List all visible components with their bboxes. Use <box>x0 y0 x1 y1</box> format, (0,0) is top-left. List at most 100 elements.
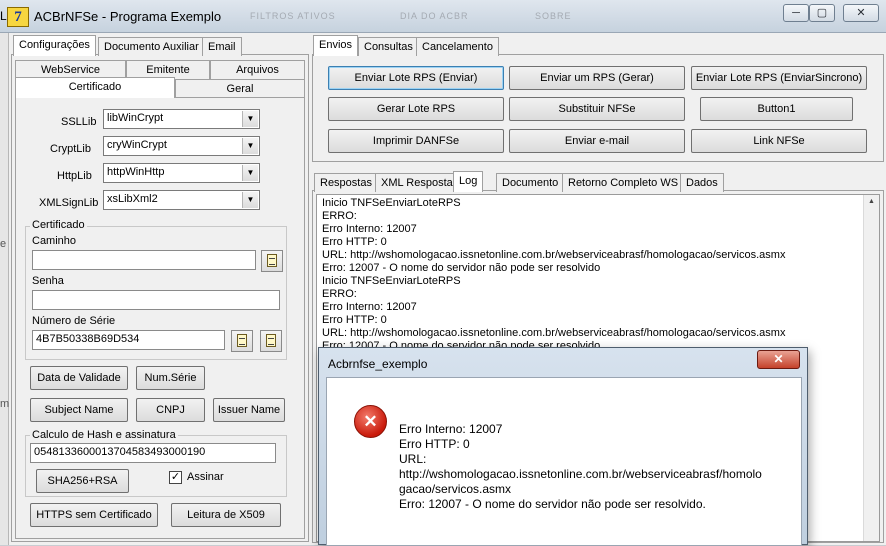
tab-envios[interactable]: Envios <box>313 35 359 56</box>
substituir-nfse-button[interactable]: Substituir NFSe <box>509 97 685 121</box>
subject-name-button[interactable]: Subject Name <box>30 398 128 422</box>
data-validade-button[interactable]: Data de Validade <box>30 366 128 390</box>
senha-label: Senha <box>32 275 64 287</box>
certificado-group-title: Certificado <box>30 219 87 231</box>
maximize-button[interactable]: ▢ <box>809 4 835 22</box>
open-file-icon <box>267 254 277 267</box>
select-serie-button[interactable] <box>231 330 253 352</box>
log-line: ERRO: <box>322 210 357 222</box>
edge-char: e <box>0 238 7 250</box>
log-line: ERRO: <box>322 288 357 300</box>
log-line: URL: http://wshomologacao.issnetonline.c… <box>322 249 786 261</box>
ssllib-select[interactable]: libWinCrypt ▼ <box>103 109 260 129</box>
assinar-label: Assinar <box>187 471 224 483</box>
error-dialog: Acbrnfse_exemplo ✕ ✕ Erro Interno: 12007… <box>318 347 808 546</box>
tab-cancelamento[interactable]: Cancelamento <box>416 37 499 56</box>
window-title: ACBrNFSe - Programa Exemplo <box>34 9 222 24</box>
subtab-geral[interactable]: Geral <box>175 79 305 98</box>
log-scrollbar[interactable]: ▲ <box>863 195 879 541</box>
log-line: Erro Interno: 12007 <box>322 223 417 235</box>
chevron-down-icon[interactable]: ▼ <box>242 111 258 127</box>
ghost-tab-dia: DIA DO ACBR <box>400 11 469 21</box>
tab-documento-auxiliar[interactable]: Documento Auxiliar <box>98 37 205 56</box>
dialog-close-button[interactable]: ✕ <box>757 350 800 369</box>
log-line: Inicio TNFSeEnviarLoteRPS <box>322 197 461 209</box>
cnpj-button[interactable]: CNPJ <box>136 398 205 422</box>
document-icon <box>266 334 276 347</box>
log-line: Erro Interno: 12007 <box>322 301 417 313</box>
httplib-value: httpWinHttp <box>107 166 165 178</box>
tab-log[interactable]: Log <box>453 171 484 192</box>
tab-configuracoes[interactable]: Configurações <box>13 35 96 56</box>
dialog-message-line: gacao/servicos.asmx <box>399 482 512 496</box>
log-line: Erro HTTP: 0 <box>322 314 387 326</box>
tab-dados[interactable]: Dados <box>680 173 724 192</box>
dialog-message-line: http://wshomologacao.issnetonline.com.br… <box>399 467 762 481</box>
app-logo-icon: 7 <box>7 7 29 27</box>
enviar-lote-sincrono-button[interactable]: Enviar Lote RPS (EnviarSincrono) <box>691 66 867 90</box>
scroll-up-icon[interactable]: ▲ <box>868 198 875 205</box>
tab-documento[interactable]: Documento <box>496 173 565 192</box>
button1[interactable]: Button1 <box>700 97 853 121</box>
tab-consultas[interactable]: Consultas <box>358 37 419 56</box>
enviar-um-rps-button[interactable]: Enviar um RPS (Gerar) <box>509 66 685 90</box>
gerar-lote-rps-button[interactable]: Gerar Lote RPS <box>328 97 504 121</box>
log-line: URL: http://wshomologacao.issnetonline.c… <box>322 327 786 339</box>
httplib-label: HttpLib <box>57 170 92 182</box>
ssllib-label: SSLLib <box>61 116 97 128</box>
leitura-x509-button[interactable]: Leitura de X509 <box>171 503 281 527</box>
ssllib-value: libWinCrypt <box>107 112 164 124</box>
error-icon: ✕ <box>354 405 387 438</box>
log-line: Erro HTTP: 0 <box>322 236 387 248</box>
xmlsignlib-label: XMLSignLib <box>39 197 99 209</box>
sha256-rsa-button[interactable]: SHA256+RSA <box>36 469 129 493</box>
chevron-down-icon[interactable]: ▼ <box>242 165 258 181</box>
tab-xml-resposta[interactable]: XML Resposta <box>375 173 459 192</box>
senha-input[interactable] <box>32 290 280 310</box>
num-serie-button[interactable]: Num.Série <box>136 366 205 390</box>
tab-retorno-completo-ws[interactable]: Retorno Completo WS <box>562 173 685 192</box>
dialog-message-line: URL: <box>399 452 427 466</box>
assinar-checkbox[interactable]: ✓ <box>169 471 182 484</box>
ghost-tab-sobre: SOBRE <box>535 11 572 21</box>
subtab-certificado[interactable]: Certificado <box>15 77 175 98</box>
chevron-down-icon[interactable]: ▼ <box>242 138 258 154</box>
https-sem-certificado-button[interactable]: HTTPS sem Certificado <box>30 503 158 527</box>
httplib-select[interactable]: httpWinHttp ▼ <box>103 163 260 183</box>
link-nfse-button[interactable]: Link NFSe <box>691 129 867 153</box>
background-window-edge: L e m <box>0 9 9 545</box>
dialog-message-line: Erro: 12007 - O nome do servidor não pod… <box>399 497 706 511</box>
tab-respostas[interactable]: Respostas <box>314 173 378 192</box>
xmlsignlib-select[interactable]: xsLibXml2 ▼ <box>103 190 260 210</box>
enviar-lote-rps-button[interactable]: Enviar Lote RPS (Enviar) <box>328 66 504 90</box>
log-line: Erro: 12007 - O nome do servidor não pod… <box>322 262 601 274</box>
dialog-message-line: Erro Interno: 12007 <box>399 422 503 436</box>
caminho-input[interactable] <box>32 250 256 270</box>
minimize-button[interactable]: ─ <box>783 4 809 22</box>
imprimir-danfse-button[interactable]: Imprimir DANFSe <box>328 129 504 153</box>
chevron-down-icon[interactable]: ▼ <box>242 192 258 208</box>
cryptlib-select[interactable]: cryWinCrypt ▼ <box>103 136 260 156</box>
tab-email[interactable]: Email <box>202 37 242 56</box>
numero-serie-input[interactable]: 4B7B50338B69D534 <box>32 330 225 350</box>
browse-caminho-button[interactable] <box>261 250 283 272</box>
document-icon <box>237 334 247 347</box>
issuer-name-button[interactable]: Issuer Name <box>213 398 285 422</box>
browse-serie-button[interactable] <box>260 330 282 352</box>
dialog-body: ✕ Erro Interno: 12007 Erro HTTP: 0 URL: … <box>326 377 802 546</box>
dialog-message-line: Erro HTTP: 0 <box>399 437 470 451</box>
hash-input[interactable]: 05481336000137045834930001​90 <box>30 443 276 463</box>
cryptlib-label: CryptLib <box>50 143 91 155</box>
caminho-label: Caminho <box>32 235 77 247</box>
hash-group-title: Calculo de Hash e assinatura <box>30 429 178 441</box>
subtab-arquivos[interactable]: Arquivos <box>210 60 305 79</box>
title-bar: 7 ACBrNFSe - Programa Exemplo FILTROS AT… <box>0 0 886 33</box>
log-line: Inicio TNFSeEnviarLoteRPS <box>322 275 461 287</box>
close-button[interactable]: ✕ <box>843 4 879 22</box>
dialog-title: Acbrnfse_exemplo <box>328 357 428 371</box>
ghost-tab-filtros: FILTROS ATIVOS <box>250 11 336 21</box>
edge-char: L <box>0 9 7 23</box>
enviar-email-button[interactable]: Enviar e-mail <box>509 129 685 153</box>
xmlsignlib-value: xsLibXml2 <box>107 193 158 205</box>
cryptlib-value: cryWinCrypt <box>107 139 167 151</box>
